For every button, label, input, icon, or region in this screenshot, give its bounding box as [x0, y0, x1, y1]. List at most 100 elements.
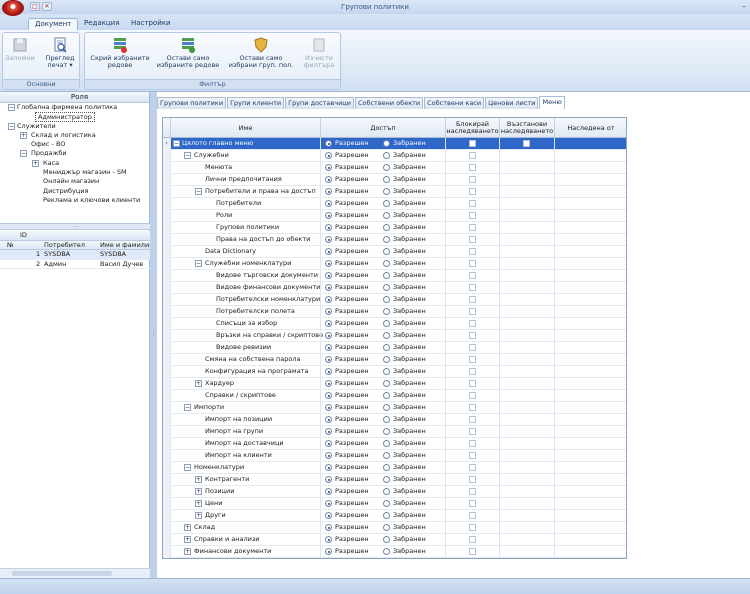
minimize-icon[interactable]: –	[742, 2, 746, 11]
grid-row[interactable]: + Цени Разрешен Забранен	[163, 498, 626, 510]
col-number[interactable]: №	[7, 241, 14, 250]
grid-row[interactable]: Импорт на групи Разрешен Забранен	[163, 426, 626, 438]
users-rows: 1 SYSDBA SYSDBA 2 Админ Васил Дучев	[0, 250, 150, 269]
tree-item-label: Глобална фирмена политика	[17, 103, 118, 111]
cell-border	[163, 462, 555, 474]
doc-tab[interactable]: Меню	[539, 96, 565, 109]
col-block-inheritance[interactable]: Блокирай наследяването	[446, 118, 500, 138]
menu-access-grid: Име Достъп Блокирай наследяването Възста…	[162, 117, 627, 559]
col-inherited-from[interactable]: Наследена от	[555, 118, 627, 138]
tree-item[interactable]: Реклама и ключови клиенти	[0, 196, 149, 205]
users-row[interactable]: 1 SYSDBA SYSDBA	[0, 250, 150, 260]
grid-row[interactable]: + Справки и анализи Разрешен Забранен	[163, 534, 626, 546]
grid-row[interactable]: Конфигурация на програмата Разрешен Забран…	[163, 366, 626, 378]
grid-row[interactable]: + Финансови документи Разрешен Забранен	[163, 546, 626, 558]
keep-rows-icon	[182, 38, 195, 53]
grid-row[interactable]: − Номенклатури Разрешен Забранен	[163, 462, 626, 474]
grid-row[interactable]: − Потребители и права на достъп Разрешен За…	[163, 186, 626, 198]
cell-border	[163, 498, 555, 510]
cell-border	[163, 210, 555, 222]
collapse-icon[interactable]: −	[8, 122, 15, 130]
col-user[interactable]: Потребител	[44, 241, 85, 250]
tree-item[interactable]: − Служители	[0, 122, 149, 131]
horizontal-scrollbar[interactable]	[0, 568, 150, 578]
tree-item[interactable]: − Продажби	[0, 149, 149, 158]
grid-row[interactable]: › − Цялото главно меню Разрешен Забранен	[163, 138, 626, 150]
roles-header[interactable]: Роля	[0, 92, 149, 103]
grid-row[interactable]: Смяна на собствена парола Разрешен Забране…	[163, 354, 626, 366]
tab-document[interactable]: Документ	[28, 18, 79, 30]
grid-row[interactable]: Видове търговски документи Разрешен Забран…	[163, 270, 626, 282]
grid-row[interactable]: Видове финансови документи Разрешен Забран…	[163, 282, 626, 294]
grid-row[interactable]: Потребителски полета Разрешен Забранен	[163, 306, 626, 318]
grid-row[interactable]: Лични предпочитания Разрешен Забранен	[163, 174, 626, 186]
grid-row[interactable]: Потребителски номенклатури Разрешен Забран…	[163, 294, 626, 306]
grid-row[interactable]: Видове ревизии Разрешен Забранен	[163, 342, 626, 354]
grid-row[interactable]: − Импорти Разрешен Забранен	[163, 402, 626, 414]
grid-row[interactable]: Списъци за избор Разрешен Забранен	[163, 318, 626, 330]
grid-row[interactable]: Връзки на справки / скриптове Разрешен Заб…	[163, 330, 626, 342]
tree-item-label: Онлайн магазин	[43, 177, 100, 186]
tree-item[interactable]: + Каса	[0, 159, 149, 168]
save-button[interactable]: Запомни	[5, 37, 35, 62]
grid-row[interactable]: Справки / скриптове Разрешен Забранен	[163, 390, 626, 402]
expand-icon[interactable]: +	[32, 159, 39, 167]
doc-tab[interactable]: Групи клиенти	[227, 97, 285, 109]
doc-tab[interactable]: Групови политики	[157, 97, 227, 109]
grid-row[interactable]: + Други Разрешен Забранен	[163, 510, 626, 522]
tree-item[interactable]: Онлайн магазин	[0, 177, 149, 186]
grid-row[interactable]: Data Dictionary Разрешен Забранен	[163, 246, 626, 258]
tree-item[interactable]: Офис - ВО	[0, 140, 149, 149]
print-preview-button[interactable]: Преглед печат ▾	[43, 37, 77, 69]
tree-item[interactable]: Мениджър магазин - SM	[0, 168, 149, 177]
tree-item[interactable]: − Глобална фирмена политика	[0, 103, 149, 112]
users-row[interactable]: 2 Админ Васил Дучев	[0, 260, 150, 269]
window-controls: –	[742, 2, 746, 11]
col-access[interactable]: Достъп	[321, 118, 446, 138]
hide-selected-rows-button[interactable]: Скрий избраните редове	[89, 37, 151, 69]
grid-row[interactable]: Роли Разрешен Забранен	[163, 210, 626, 222]
panel-splitter[interactable]: .....	[0, 223, 150, 230]
status-bar	[0, 578, 750, 594]
tab-edit[interactable]: Редакция	[78, 18, 125, 30]
tab-settings[interactable]: Настройки	[125, 18, 177, 30]
grid-row[interactable]: Права на достъп до обекти Разрешен Забране…	[163, 234, 626, 246]
grid-row[interactable]: Импорт на доставчици Разрешен Забранен	[163, 438, 626, 450]
tree-item[interactable]: + Склад и логистика	[0, 131, 149, 140]
doc-tab[interactable]: Групи доставчици	[285, 97, 354, 109]
grid-row[interactable]: + Склад Разрешен Забранен	[163, 522, 626, 534]
title-bar: □ ✕ Групови политики –	[0, 0, 750, 16]
grid-row[interactable]: − Служебни номенклатури Разрешен Забранен	[163, 258, 626, 270]
keep-selected-rows-button[interactable]: Остави само избраните редове	[155, 37, 221, 69]
scroll-thumb[interactable]	[12, 571, 112, 576]
collapse-icon[interactable]: −	[8, 104, 15, 111]
expand-icon[interactable]: +	[20, 131, 27, 139]
doc-tab[interactable]: Ценови листи	[485, 97, 539, 109]
grid-row[interactable]: + Позиции Разрешен Забранен	[163, 486, 626, 498]
clear-filter-icon	[313, 38, 325, 52]
grid-row[interactable]: − Служебни Разрешен Забранен	[163, 150, 626, 162]
users-grid-header: № Потребител Име и фамилия	[0, 240, 150, 250]
grid-row[interactable]: Менюта Разрешен Забранен	[163, 162, 626, 174]
tree-item[interactable]: Дистрибуция	[0, 187, 149, 196]
tree-item[interactable]: Администратор	[0, 112, 149, 123]
grid-row[interactable]: Групови политики Разрешен Забранен	[163, 222, 626, 234]
collapse-icon[interactable]: −	[20, 150, 27, 158]
grid-row[interactable]: Импорт на клиенти Разрешен Забранен	[163, 450, 626, 462]
col-fullname[interactable]: Име и фамилия	[100, 241, 150, 250]
app-menu-button[interactable]	[2, 0, 24, 16]
vertical-splitter[interactable]: ⋮	[151, 330, 157, 342]
grid-row[interactable]: Импорт на позиции Разрешен Забранен	[163, 414, 626, 426]
tree-item-label: Служители	[17, 121, 56, 130]
id-header[interactable]: ID	[20, 231, 27, 240]
clear-filter-button[interactable]: Изчисти филтъра	[301, 37, 337, 69]
save-label: Запомни	[5, 54, 35, 62]
keep-selected-group-policies-button[interactable]: Остави само избрани груп. пол.	[225, 37, 297, 69]
col-restore-inheritance[interactable]: Възстанови наследяването	[500, 118, 555, 138]
grid-row[interactable]: + Контрагенти Разрешен Забранен	[163, 474, 626, 486]
grid-row[interactable]: Потребители Разрешен Забранен	[163, 198, 626, 210]
doc-tab[interactable]: Собствени каси	[424, 97, 485, 109]
col-name[interactable]: Име	[171, 118, 321, 138]
doc-tab[interactable]: Собствени обекти	[354, 97, 424, 109]
grid-row[interactable]: + Хардуер Разрешен Забранен	[163, 378, 626, 390]
